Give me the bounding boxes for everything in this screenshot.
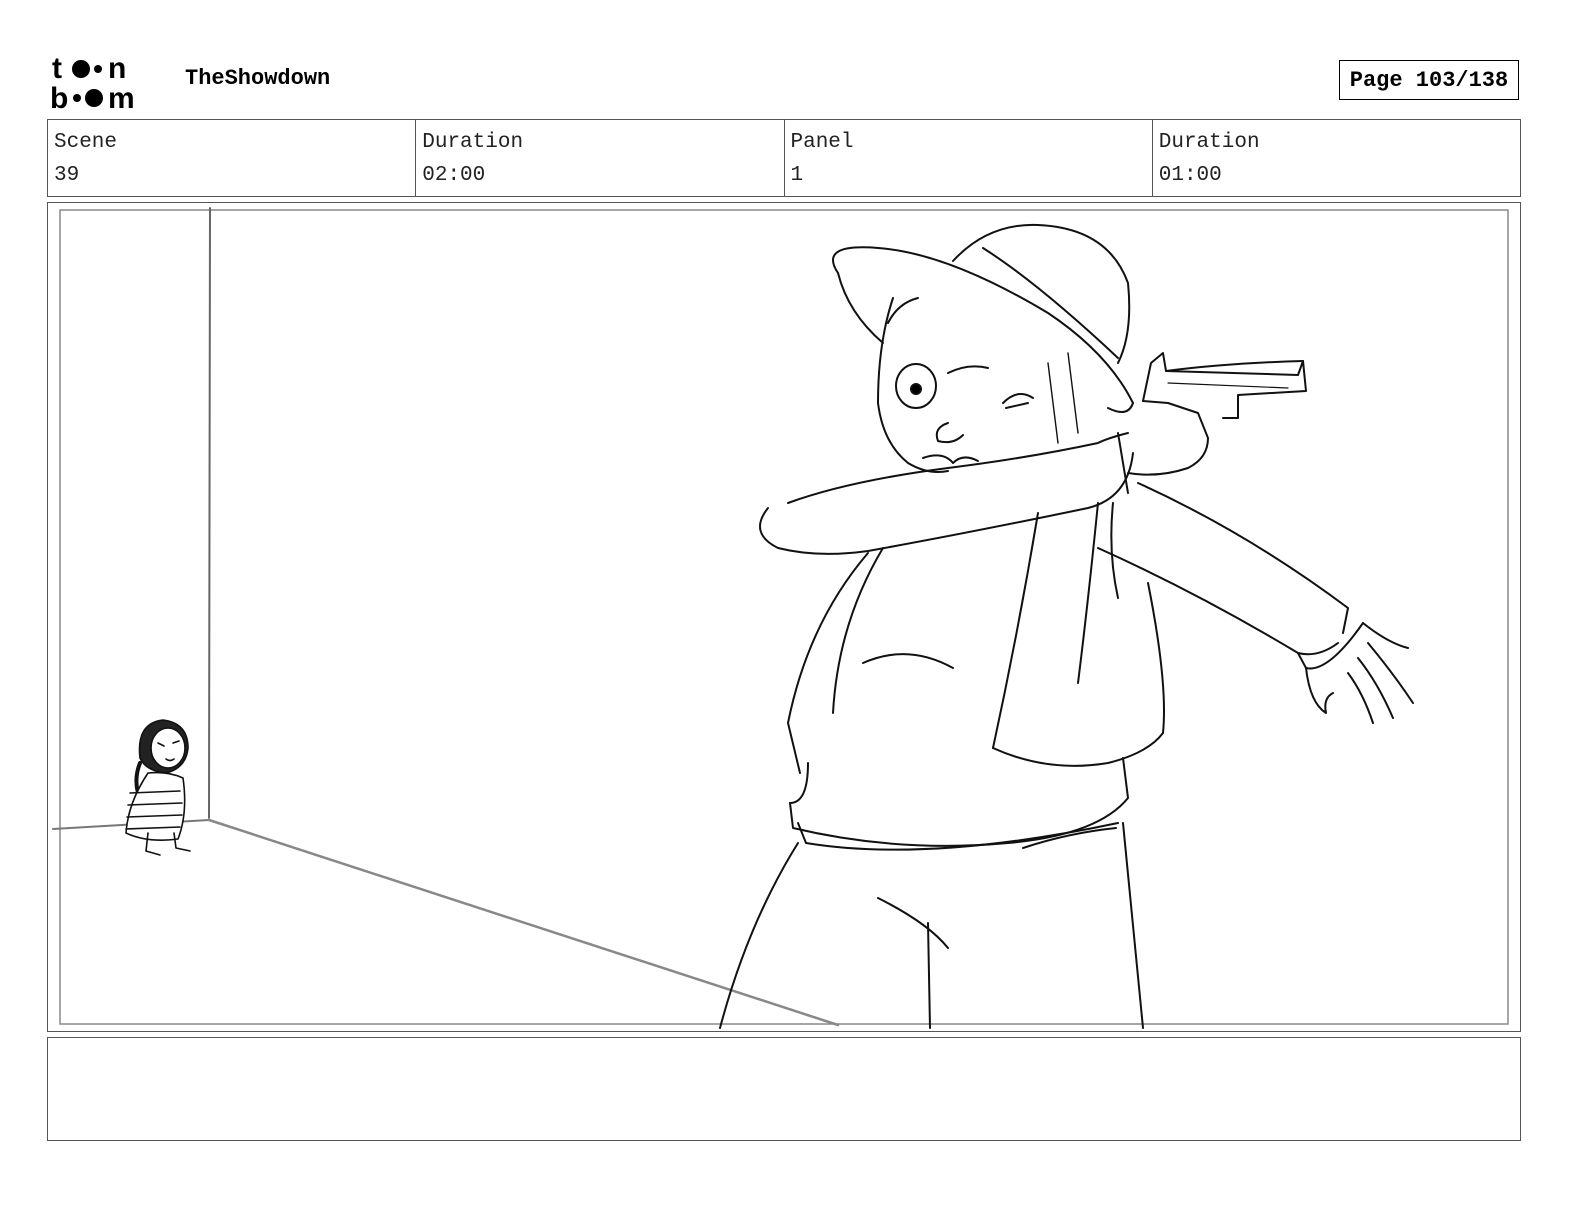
scene-label: Scene bbox=[54, 131, 118, 154]
panel-notes-box bbox=[47, 1037, 1521, 1141]
svg-text:b: b bbox=[50, 82, 68, 112]
project-title: TheShowdown bbox=[185, 66, 331, 91]
cowboy-figure bbox=[719, 223, 1414, 1029]
panel-duration-label: Duration bbox=[1158, 131, 1260, 154]
scene-value: 39 bbox=[54, 164, 80, 187]
safe-frame bbox=[59, 209, 1509, 1025]
panel-cell: Panel 1 bbox=[785, 120, 1153, 196]
storyboard-panel bbox=[47, 202, 1521, 1032]
svg-text:m: m bbox=[108, 82, 135, 112]
scene-duration-cell: Duration 02:00 bbox=[416, 120, 785, 196]
panel-duration-value: 01:00 bbox=[1158, 164, 1222, 187]
panel-label: Panel bbox=[790, 131, 854, 154]
scene-cell: Scene 39 bbox=[48, 120, 417, 196]
panel-duration-cell: Duration 01:00 bbox=[1153, 120, 1520, 196]
svg-text:n: n bbox=[108, 52, 126, 85]
page-indicator: Page 103/138 bbox=[1339, 60, 1519, 100]
girl-figure bbox=[125, 719, 191, 856]
toonboom-logo: t n b m bbox=[50, 52, 135, 112]
wall-corner-line bbox=[208, 207, 211, 819]
scene-duration-value: 02:00 bbox=[422, 164, 486, 187]
page-label: Page 103/138 bbox=[1349, 67, 1509, 93]
panel-sketch bbox=[52, 207, 1509, 1029]
svg-text:t: t bbox=[52, 52, 62, 85]
panel-value: 1 bbox=[790, 164, 804, 187]
floor-diagonal-line bbox=[207, 818, 840, 1027]
panel-info-row: Scene 39 Duration 02:00 Panel 1 Duration… bbox=[47, 119, 1521, 197]
scene-duration-label: Duration bbox=[422, 131, 524, 154]
